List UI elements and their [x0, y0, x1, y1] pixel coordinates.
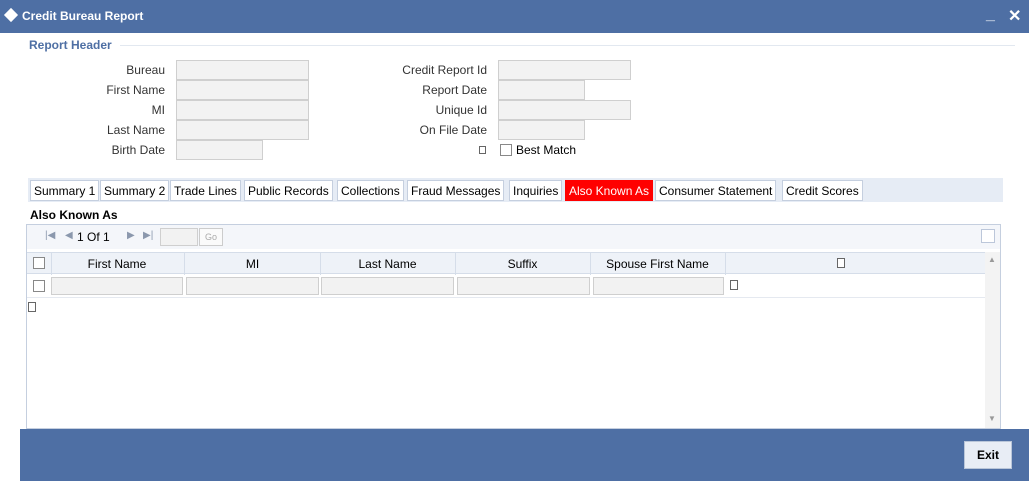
birth-date-label: Birth Date [111, 143, 165, 157]
last-name-label: Last Name [106, 123, 165, 137]
footer-bar: Exit [20, 429, 1029, 481]
column-separator [725, 253, 726, 275]
tab-inquiries[interactable]: Inquiries [509, 180, 563, 201]
tab-also-known-as[interactable]: Also Known As [565, 180, 654, 201]
window-title: Credit Bureau Report [22, 9, 144, 23]
exit-button[interactable]: Exit [964, 441, 1012, 469]
last-page-icon[interactable]: ▶| [143, 230, 153, 241]
best-match-label: Best Match [516, 143, 577, 157]
credit-report-id-label: Credit Report Id [402, 63, 487, 77]
tab-summary-1[interactable]: Summary 1 [30, 180, 100, 201]
first-name-label: First Name [106, 83, 165, 97]
grid-scrollbar[interactable]: ▲ ▼ [985, 252, 1000, 428]
unique-id-field[interactable] [498, 100, 631, 120]
tab-collections[interactable]: Collections [337, 180, 404, 201]
scroll-down-icon[interactable]: ▼ [988, 414, 996, 423]
page-number-input[interactable] [160, 228, 198, 246]
tab-credit-scores[interactable]: Credit Scores [782, 180, 863, 201]
tab-trade-lines[interactable]: Trade Lines [170, 180, 241, 201]
column-last-name[interactable]: Last Name [320, 257, 455, 271]
page-indicator: 1 Of 1 [77, 230, 110, 244]
row-marker-icon [28, 302, 36, 312]
title-bar: Credit Bureau Report _ ✕ [0, 0, 1029, 33]
also-known-as-title: Also Known As [30, 208, 118, 222]
best-match-checkbox[interactable] [500, 144, 512, 156]
mi-field[interactable] [176, 100, 309, 120]
tab-bar: Summary 1 Summary 2 Trade Lines Public R… [28, 178, 1003, 202]
diamond-icon [3, 7, 19, 23]
tab-fraud-messages[interactable]: Fraud Messages [407, 180, 505, 201]
row-divider [27, 297, 985, 298]
grid-header: First Name MI Last Name Suffix Spouse Fi… [27, 252, 985, 275]
row-suffix-input[interactable] [457, 277, 590, 295]
grid-settings-icon[interactable] [981, 229, 995, 243]
header-divider [120, 45, 1015, 46]
tab-consumer-statement[interactable]: Consumer Statement [655, 180, 777, 201]
row-first-name-input[interactable] [51, 277, 183, 295]
first-name-field[interactable] [176, 80, 309, 100]
select-all-checkbox[interactable] [33, 257, 45, 269]
credit-report-id-field[interactable] [498, 60, 631, 80]
main-panel: Report Header Bureau First Name MI Last … [20, 33, 1020, 429]
close-icon[interactable]: ✕ [1008, 6, 1021, 26]
last-name-field[interactable] [176, 120, 309, 140]
mi-label: MI [151, 103, 165, 117]
on-file-date-label: On File Date [419, 123, 487, 137]
report-date-field[interactable] [498, 80, 585, 100]
unique-id-label: Unique Id [435, 103, 487, 117]
row-spouse-first-name-input[interactable] [593, 277, 724, 295]
bureau-label: Bureau [126, 63, 165, 77]
report-date-label: Report Date [422, 83, 487, 97]
minimize-icon[interactable]: _ [986, 6, 995, 24]
best-match-marker-icon [479, 146, 486, 154]
row-last-name-input[interactable] [321, 277, 454, 295]
row-extra-icon [730, 280, 738, 290]
first-page-icon[interactable]: |◀ [45, 230, 55, 241]
extra-column-icon [837, 258, 845, 268]
prev-page-icon[interactable]: ◀ [65, 230, 73, 241]
column-spouse-first-name[interactable]: Spouse First Name [590, 257, 725, 271]
column-suffix[interactable]: Suffix [455, 257, 590, 271]
also-known-as-grid: |◀ ◀ 1 Of 1 ▶ ▶| Go First Name MI Last N… [26, 224, 1001, 429]
column-first-name[interactable]: First Name [51, 257, 183, 271]
birth-date-field[interactable] [176, 140, 263, 160]
next-page-icon[interactable]: ▶ [127, 230, 135, 241]
report-header-label: Report Header [29, 38, 112, 52]
scroll-up-icon[interactable]: ▲ [988, 255, 996, 264]
on-file-date-field[interactable] [498, 120, 585, 140]
row-checkbox[interactable] [33, 280, 45, 292]
grid-pager: |◀ ◀ 1 Of 1 ▶ ▶| Go [27, 225, 1000, 249]
go-button[interactable]: Go [199, 228, 223, 246]
row-mi-input[interactable] [186, 277, 319, 295]
column-mi[interactable]: MI [185, 257, 320, 271]
tab-public-records[interactable]: Public Records [244, 180, 333, 201]
bureau-field[interactable] [176, 60, 309, 80]
tab-summary-2[interactable]: Summary 2 [100, 180, 170, 201]
